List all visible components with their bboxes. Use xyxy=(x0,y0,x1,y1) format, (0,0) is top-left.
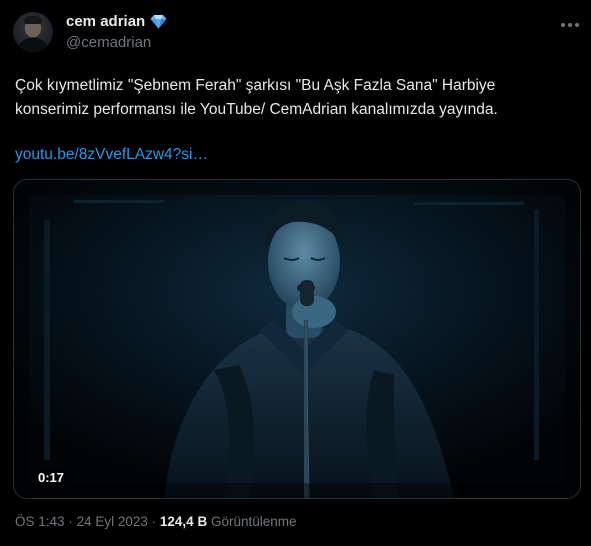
more-horizontal-icon[interactable] xyxy=(558,14,582,36)
author-name-row: cem adrian xyxy=(66,13,167,30)
author-handle[interactable]: @cemadrian xyxy=(66,34,151,51)
meta-separator: · xyxy=(151,514,157,529)
tweet-meta: ÖS 1:43 · 24 Eyl 2023 · 124,4 B Görüntül… xyxy=(15,514,297,529)
tweet-text-line: Çok kıymetlimiz "Şebnem Ferah" şarkısı "… xyxy=(15,77,496,94)
tweet-time[interactable]: ÖS 1:43 xyxy=(15,514,65,529)
meta-separator: · xyxy=(68,514,73,529)
tweet-text-line: konserimiz performansı ile YouTube/ CemA… xyxy=(15,101,498,118)
tweet-text: Çok kıymetlimiz "Şebnem Ferah" şarkısı "… xyxy=(15,74,575,122)
youtube-link[interactable]: youtu.be/8zVvefLAzw4?si… xyxy=(15,146,208,164)
video-timestamp: 0:17 xyxy=(34,469,69,486)
video-player[interactable]: 0:17 xyxy=(13,179,581,499)
diamond-icon xyxy=(150,14,167,29)
author-display-name[interactable]: cem adrian xyxy=(66,13,145,30)
tweet: cem adrian @cemadrian Çok kıymetlimiz "Ş… xyxy=(0,0,591,546)
video-frame xyxy=(14,180,580,498)
tweet-date[interactable]: 24 Eyl 2023 xyxy=(77,514,148,529)
views-count: 124,4 B xyxy=(159,514,208,529)
avatar[interactable] xyxy=(13,12,53,52)
views-label: Görüntülenme xyxy=(210,514,297,529)
